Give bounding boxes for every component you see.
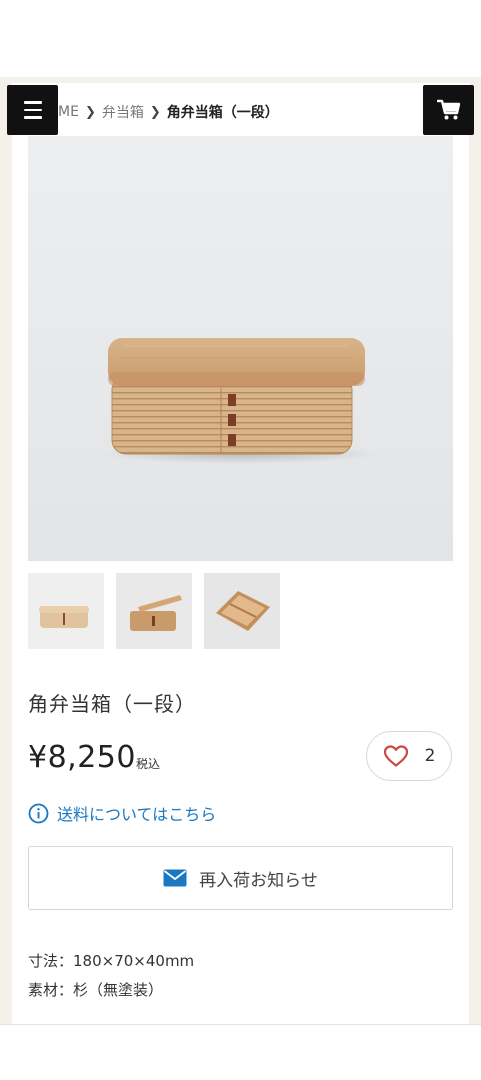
divider	[0, 1024, 481, 1025]
thumbnail-3[interactable]	[204, 573, 280, 649]
tax-label: 税込	[136, 757, 161, 771]
bento-box-image	[100, 338, 380, 464]
thumbnail-1[interactable]	[28, 573, 104, 649]
info-icon	[28, 803, 49, 823]
product-title: 角弁当箱（一段）	[28, 692, 196, 716]
mail-icon	[163, 869, 187, 887]
breadcrumb-category[interactable]: 弁当箱	[102, 102, 144, 122]
favorite-count: 2	[424, 746, 436, 766]
shipping-link-label: 送料についてはこちら	[57, 805, 217, 824]
breadcrumb: ME ❯ 弁当箱 ❯ 角弁当箱（一段）	[58, 101, 279, 123]
restock-button-label: 再入荷お知らせ	[199, 870, 318, 891]
spec-size: 寸法：180×70×40mm	[28, 952, 195, 970]
cart-button[interactable]	[423, 85, 474, 135]
thumbnail-list	[28, 573, 280, 649]
menu-button[interactable]	[7, 85, 58, 135]
heart-icon	[383, 745, 408, 767]
breadcrumb-home[interactable]: ME	[58, 104, 79, 120]
hamburger-menu-icon	[23, 101, 42, 104]
shipping-info-link[interactable]: 送料についてはこちら	[28, 801, 216, 825]
product-main-image[interactable]	[28, 136, 453, 561]
spec-material: 素材：杉（無塗装）	[28, 981, 164, 999]
favorite-button[interactable]: 2	[366, 731, 452, 781]
chevron-right-icon: ❯	[149, 104, 161, 120]
restock-notify-button[interactable]: 再入荷お知らせ	[28, 846, 453, 910]
breadcrumb-current: 角弁当箱（一段）	[166, 105, 279, 121]
chevron-right-icon: ❯	[84, 104, 96, 120]
cart-icon	[436, 99, 460, 120]
thumbnail-2[interactable]	[116, 573, 192, 649]
product-price: ¥8,250	[28, 740, 136, 775]
